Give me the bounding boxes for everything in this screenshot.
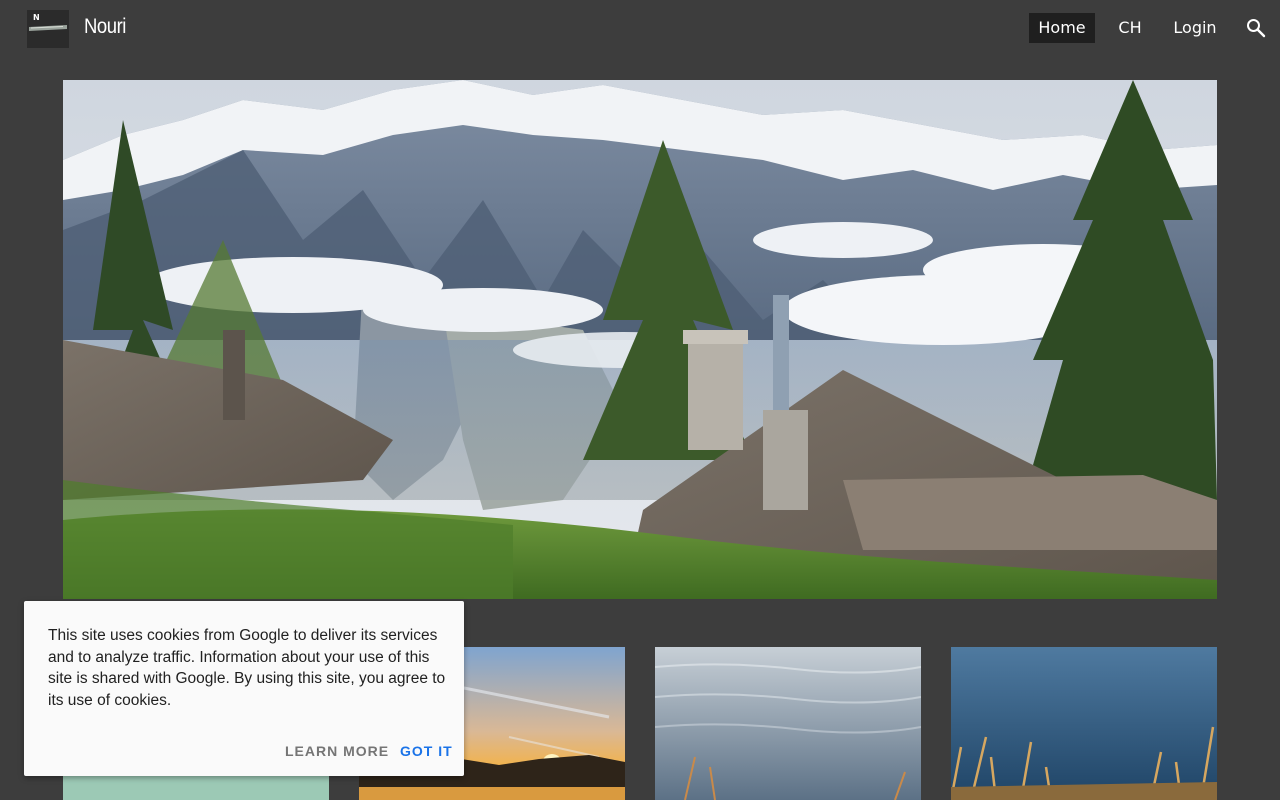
cookie-message: This site uses cookies from Google to de…	[48, 627, 446, 709]
site-header: N Nouri Home CH Login	[0, 0, 1280, 56]
gallery-image-3[interactable]	[655, 647, 921, 800]
nav-login[interactable]: Login	[1165, 13, 1225, 43]
search-icon[interactable]	[1244, 16, 1268, 40]
cookie-banner: This site uses cookies from Google to de…	[24, 601, 464, 776]
site-logo[interactable]: N	[27, 10, 69, 48]
hero-image	[63, 80, 1217, 599]
nav-home[interactable]: Home	[1029, 13, 1095, 43]
learn-more-button[interactable]: LEARN MORE	[285, 743, 389, 759]
logo-letter: N	[33, 13, 40, 22]
gallery-image-4[interactable]	[951, 647, 1217, 800]
site-title[interactable]: Nouri	[84, 15, 126, 39]
got-it-button[interactable]: GOT IT	[400, 743, 453, 759]
nav-ch[interactable]: CH	[1109, 13, 1151, 43]
